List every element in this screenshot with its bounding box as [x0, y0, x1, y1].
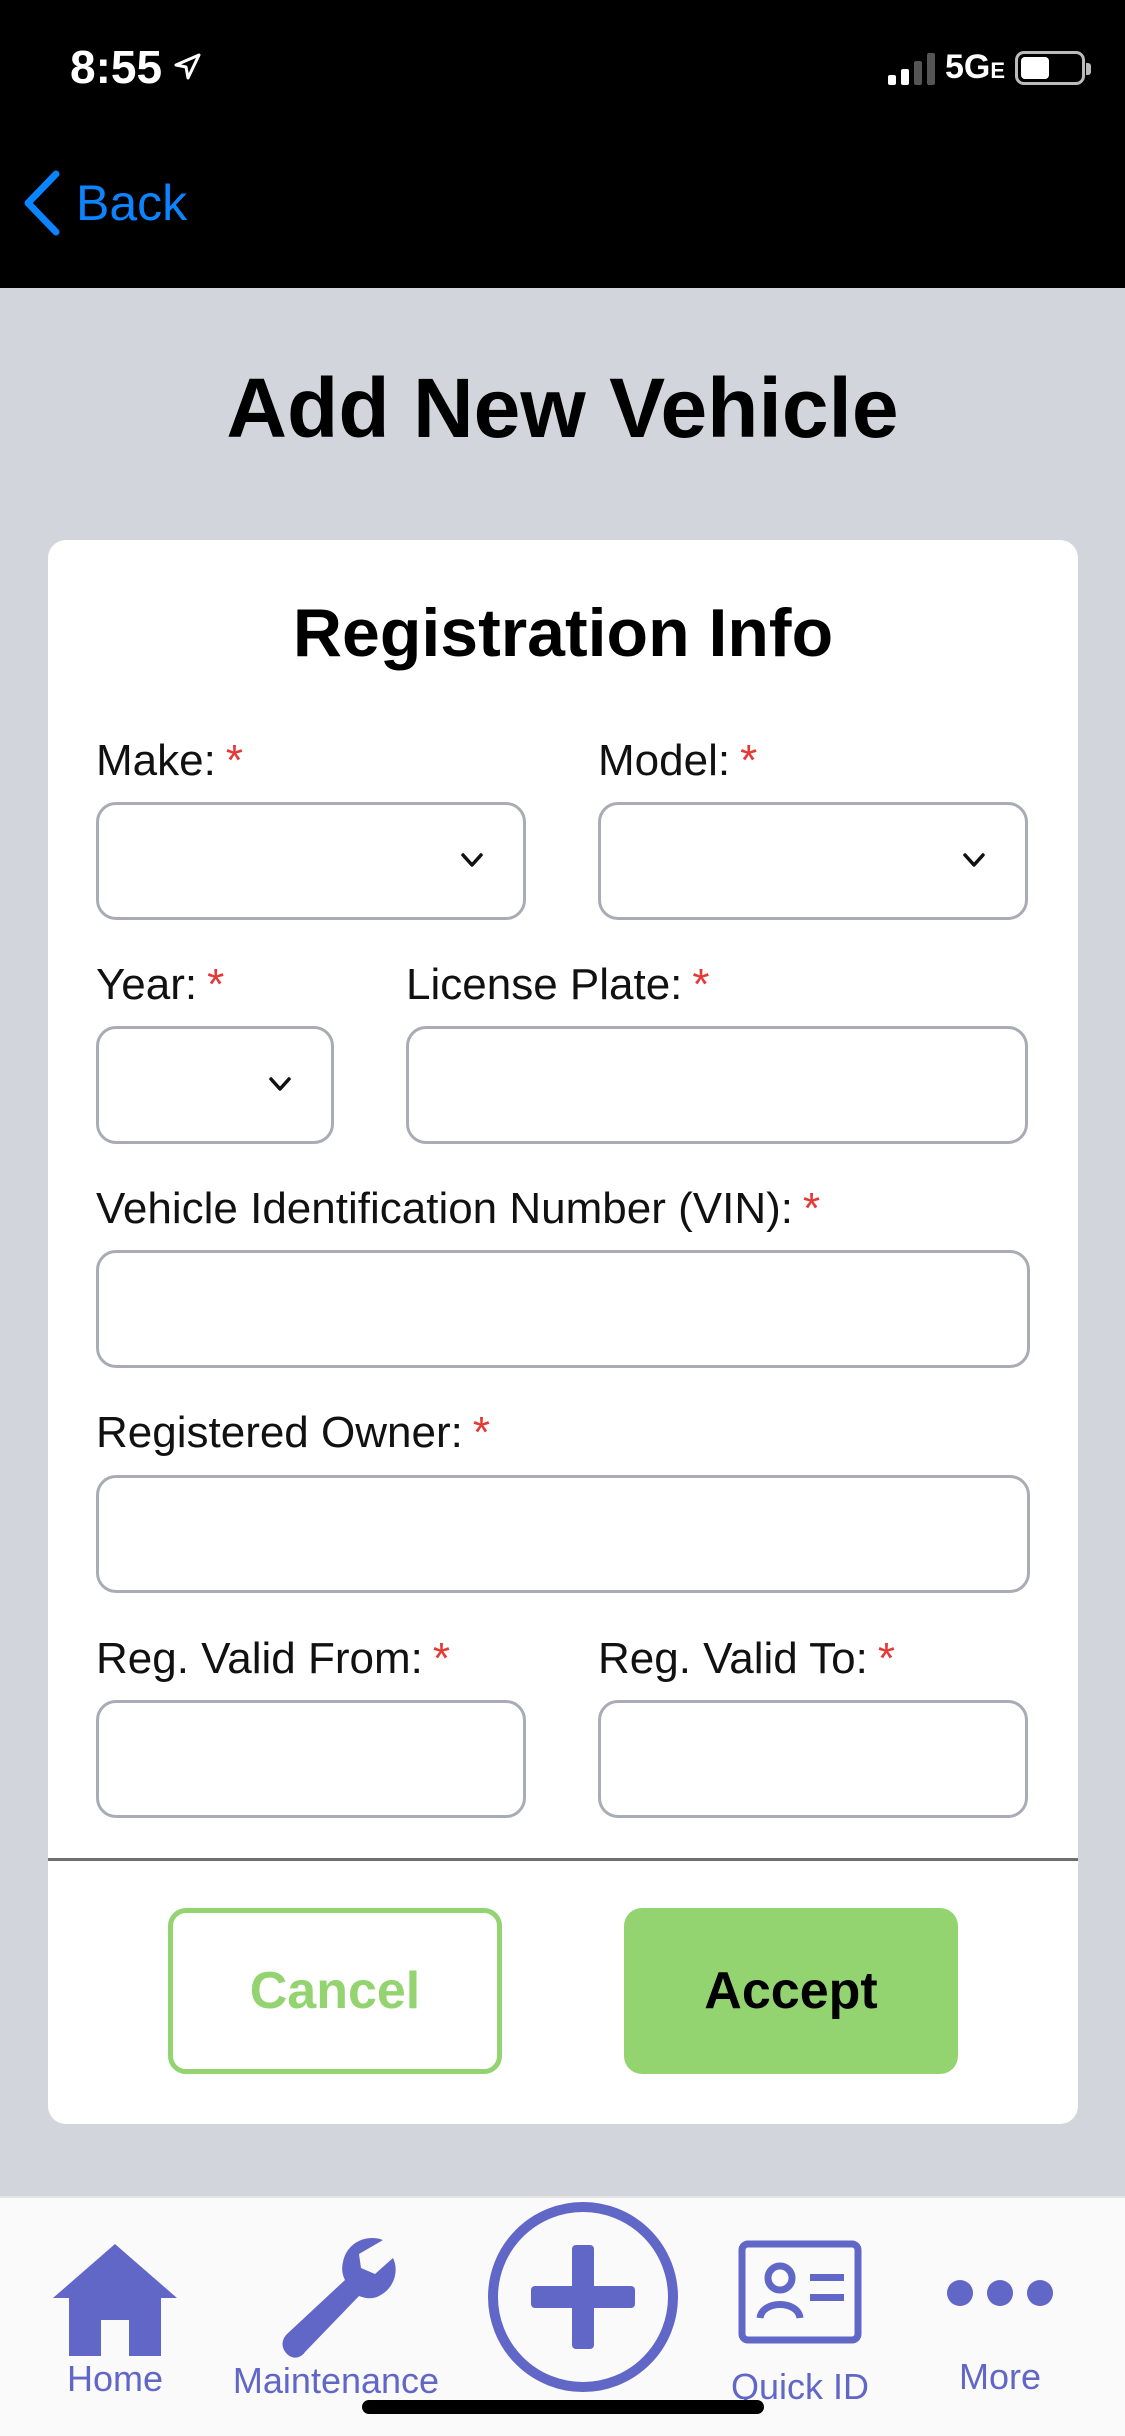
network-label: 5GE: [945, 48, 1005, 87]
cancel-button[interactable]: Cancel: [168, 1908, 502, 2074]
tab-quick-id[interactable]: Quick ID: [722, 2240, 878, 2408]
more-dots-icon: [947, 2280, 1053, 2306]
tab-more[interactable]: More: [930, 2278, 1070, 2398]
owner-input[interactable]: [96, 1475, 1030, 1593]
owner-label: Registered Owner: *: [96, 1408, 490, 1457]
back-label: Back: [76, 175, 188, 231]
divider: [48, 1858, 1078, 1861]
registration-card: Registration Info Make: * Model: * Year: * …: [48, 540, 1078, 2124]
required-marker: *: [432, 1634, 450, 1683]
tab-add[interactable]: [486, 2200, 680, 2394]
time-text: 8:55: [70, 41, 163, 93]
network-sub-text: E: [990, 58, 1005, 83]
back-button[interactable]: Back: [22, 170, 187, 236]
status-indicators: 5GE: [887, 48, 1091, 87]
valid-from-input[interactable]: [96, 1700, 526, 1818]
chevron-down-icon: [963, 853, 985, 867]
vin-input[interactable]: [96, 1250, 1030, 1368]
required-marker: *: [207, 960, 225, 1009]
year-label: Year: *: [96, 960, 225, 1009]
required-marker: *: [225, 736, 243, 785]
chevron-down-icon: [461, 853, 483, 867]
section-title: Registration Info: [292, 595, 834, 671]
required-marker: *: [692, 960, 710, 1009]
model-label: Model: *: [598, 736, 758, 785]
license-plate-label: License Plate: *: [406, 960, 710, 1009]
tab-home-label: Home: [66, 2358, 164, 2399]
status-bar: 8:55 5GE: [0, 0, 1125, 130]
tab-home[interactable]: Home: [48, 2240, 182, 2400]
accept-button[interactable]: Accept: [624, 1908, 958, 2074]
required-marker: *: [802, 1184, 821, 1233]
signal-icon: [887, 51, 935, 85]
status-time: 8:55: [70, 40, 202, 94]
plus-circle-icon: [488, 2202, 678, 2392]
id-card-icon: [738, 2240, 862, 2344]
wrench-icon: [282, 2238, 396, 2358]
home-icon: [53, 2244, 177, 2356]
make-label: Make: *: [96, 736, 243, 785]
page-title: Add New Vehicle: [226, 361, 899, 455]
chevron-down-icon: [269, 1077, 291, 1091]
license-plate-input[interactable]: [406, 1026, 1028, 1144]
battery-icon: [1015, 50, 1091, 85]
required-marker: *: [740, 736, 758, 785]
valid-to-label: Reg. Valid To: *: [598, 1634, 895, 1683]
valid-to-input[interactable]: [598, 1700, 1028, 1818]
vin-label: Vehicle Identification Number (VIN): *: [96, 1184, 821, 1233]
home-indicator: [362, 2400, 764, 2414]
chevron-left-icon: [24, 170, 60, 236]
required-marker: *: [472, 1408, 490, 1457]
network-text: 5G: [944, 48, 991, 86]
tab-bar: Home Maintenance Quick ID More: [0, 2196, 1125, 2436]
tab-more-label: More: [958, 2356, 1042, 2397]
required-marker: *: [877, 1634, 895, 1683]
make-select[interactable]: [96, 802, 526, 920]
tab-maintenance[interactable]: Maintenance: [226, 2234, 446, 2402]
model-select[interactable]: [598, 802, 1028, 920]
year-select[interactable]: [96, 1026, 334, 1144]
valid-from-label: Reg. Valid From: *: [96, 1634, 450, 1683]
location-arrow-icon: [174, 53, 201, 80]
nav-bar: Back: [0, 130, 1125, 288]
tab-maintenance-label: Maintenance: [232, 2360, 440, 2401]
